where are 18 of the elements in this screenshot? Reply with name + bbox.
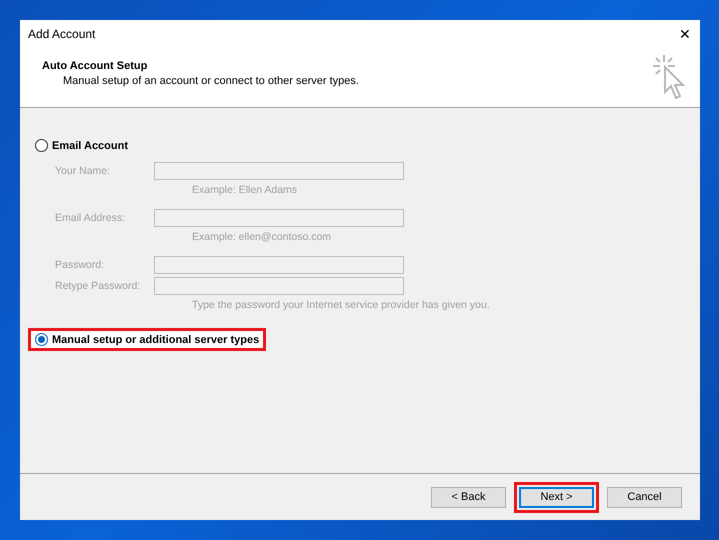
option-label: Manual setup or additional server types [52, 334, 260, 346]
hint-text: Type the password your Internet service provider has given you. [192, 299, 491, 313]
header-subtitle: Manual setup of an account or connect to other server types. [63, 75, 359, 87]
cursor-sparkle-icon [652, 54, 686, 102]
radio-button[interactable] [35, 333, 48, 346]
dialog-button[interactable]: Next > [519, 486, 594, 508]
radio-button[interactable] [35, 139, 48, 152]
hint-text: Example: Ellen Adams [192, 184, 298, 198]
dialog-button[interactable]: < Back [431, 486, 506, 508]
field-label: Email Address: [55, 212, 126, 224]
option-label: Email Account [52, 140, 128, 152]
field-label: Retype Password: [55, 280, 142, 292]
header-title: Auto Account Setup [42, 60, 148, 72]
hint-text: Example: ellen@contoso.com [192, 231, 332, 245]
window-title: Add Account [28, 27, 96, 41]
field-label: Password: [55, 259, 106, 271]
dialog-button[interactable]: Cancel [607, 486, 682, 508]
field-label: Your Name: [55, 165, 112, 177]
